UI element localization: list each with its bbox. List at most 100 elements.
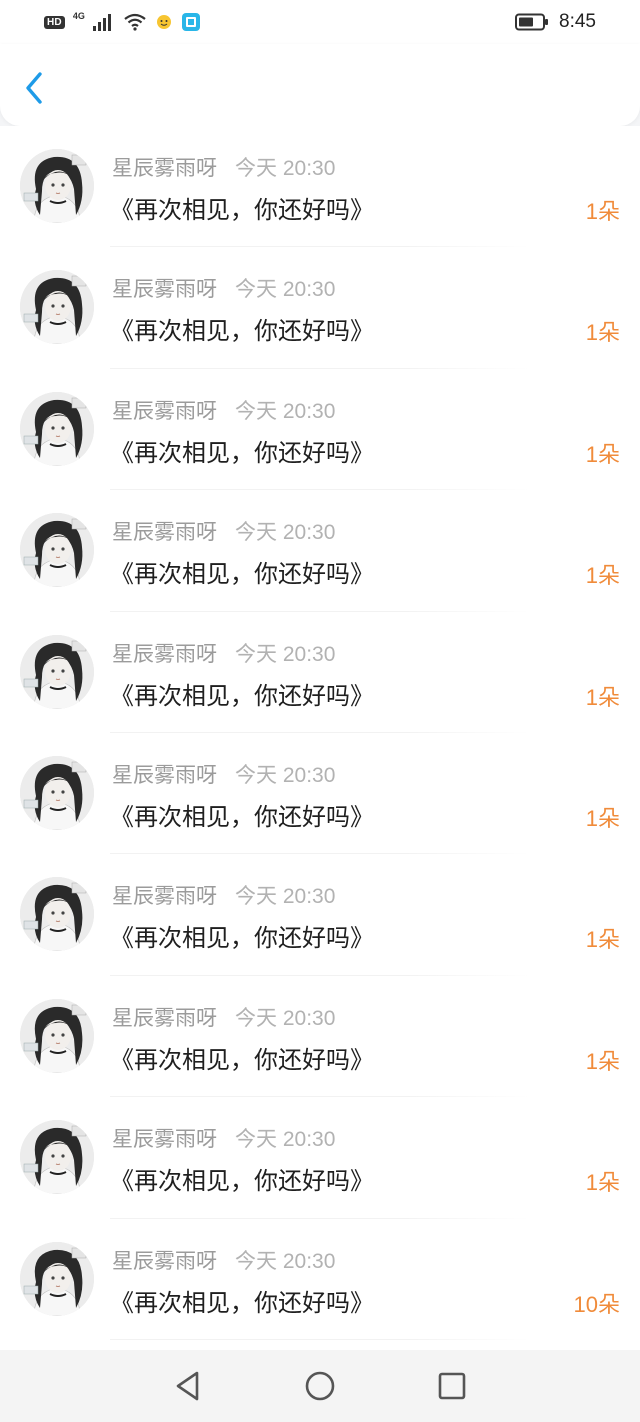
flower-count: 1朵 <box>585 441 620 467</box>
timestamp: 今天 20:30 <box>235 642 336 666</box>
timestamp: 今天 20:30 <box>235 763 336 787</box>
item-meta: 星辰雾雨呀 今天 20:30 <box>112 880 335 910</box>
flower-count: 1朵 <box>585 199 620 224</box>
avatar-illustration <box>20 755 94 830</box>
nav-back-button[interactable] <box>168 1366 208 1406</box>
avatar-illustration <box>20 149 94 223</box>
item-title[interactable]: 《再次相见，你还好吗》 <box>110 190 374 225</box>
item-meta: 星辰雾雨呀 今天 20:30 <box>112 273 335 303</box>
list-item[interactable]: 星辰雾雨呀 今天 20:30 《再次相见，你还好吗》 1朵 <box>0 854 640 976</box>
avatar-illustration <box>20 270 94 345</box>
flower-count: 1朵 <box>585 1048 620 1074</box>
timestamp: 今天 20:30 <box>235 399 336 423</box>
item-meta: 星辰雾雨呀 今天 20:30 <box>112 759 335 789</box>
username[interactable]: 星辰雾雨呀 <box>112 395 217 425</box>
list-item[interactable]: 星辰雾雨呀 今天 20:30 《再次相见，你还好吗》 10朵 <box>0 1219 640 1340</box>
item-title[interactable]: 《再次相见，你还好吗》 <box>110 1040 374 1075</box>
flower-count: 1朵 <box>585 563 620 589</box>
status-bar-right: 8:45 <box>515 11 596 33</box>
avatar[interactable] <box>20 270 94 345</box>
wifi-icon <box>124 13 146 31</box>
item-title[interactable]: 《再次相见，你还好吗》 <box>110 676 374 711</box>
username[interactable]: 星辰雾雨呀 <box>112 1123 217 1153</box>
home-circle-icon <box>305 1371 335 1401</box>
hd-badge: HD <box>44 15 65 29</box>
phone-screen: HD 4G 8:45 星辰雾雨呀 今天 20:30 《再次相见，你还好吗》 1朵… <box>0 0 640 1422</box>
status-bar-left: HD 4G <box>44 11 201 32</box>
flower-count: 1朵 <box>585 1170 620 1196</box>
item-meta: 星辰雾雨呀 今天 20:30 <box>112 1123 335 1153</box>
chevron-left-icon <box>26 72 42 104</box>
username[interactable]: 星辰雾雨呀 <box>112 516 217 546</box>
username[interactable]: 星辰雾雨呀 <box>112 152 217 182</box>
item-title[interactable]: 《再次相见，你还好吗》 <box>110 1283 374 1318</box>
avatar[interactable] <box>20 391 94 466</box>
username[interactable]: 星辰雾雨呀 <box>112 880 217 910</box>
avatar[interactable] <box>20 877 94 952</box>
avatar-illustration <box>20 998 94 1073</box>
list-item[interactable]: 星辰雾雨呀 今天 20:30 《再次相见，你还好吗》 1朵 <box>0 126 640 248</box>
avatar[interactable] <box>20 1120 94 1195</box>
item-title[interactable]: 《再次相见，你还好吗》 <box>110 797 374 832</box>
username[interactable]: 星辰雾雨呀 <box>112 1245 217 1275</box>
back-button[interactable] <box>16 70 52 106</box>
avatar-illustration <box>20 877 94 952</box>
avatar-illustration <box>20 391 94 466</box>
timestamp: 今天 20:30 <box>235 885 336 909</box>
item-meta: 星辰雾雨呀 今天 20:30 <box>112 1002 335 1032</box>
item-title[interactable]: 《再次相见，你还好吗》 <box>110 918 374 953</box>
username[interactable]: 星辰雾雨呀 <box>112 1002 217 1032</box>
timestamp: 今天 20:30 <box>235 1128 336 1152</box>
back-triangle-icon <box>176 1371 199 1401</box>
list-item[interactable]: 星辰雾雨呀 今天 20:30 《再次相见，你还好吗》 1朵 <box>0 1097 640 1219</box>
timestamp: 今天 20:30 <box>235 278 336 302</box>
nav-home-button[interactable] <box>300 1366 340 1406</box>
list-item[interactable]: 星辰雾雨呀 今天 20:30 《再次相见，你还好吗》 1朵 <box>0 247 640 369</box>
timestamp: 今天 20:30 <box>235 157 336 180</box>
avatar[interactable] <box>20 513 94 588</box>
username[interactable]: 星辰雾雨呀 <box>112 759 217 789</box>
item-meta: 星辰雾雨呀 今天 20:30 <box>112 1245 335 1275</box>
recents-square-icon <box>438 1372 466 1400</box>
signal-icon <box>92 14 111 31</box>
avatar[interactable] <box>20 634 94 709</box>
reader-app-icon <box>181 13 200 31</box>
username[interactable]: 星辰雾雨呀 <box>112 638 217 668</box>
avatar-illustration <box>20 1120 94 1195</box>
timestamp: 今天 20:30 <box>235 521 336 545</box>
item-title[interactable]: 《再次相见，你还好吗》 <box>110 433 374 468</box>
list-item[interactable]: 星辰雾雨呀 今天 20:30 《再次相见，你还好吗》 1朵 <box>0 733 640 855</box>
list-item[interactable]: 星辰雾雨呀 今天 20:30 《再次相见，你还好吗》 1朵 <box>0 490 640 612</box>
item-meta: 星辰雾雨呀 今天 20:30 <box>112 395 335 425</box>
emoji-app-icon <box>156 15 171 29</box>
timestamp: 今天 20:30 <box>235 1249 336 1273</box>
status-bar: HD 4G 8:45 <box>0 0 640 44</box>
network-type-label: 4G <box>72 11 85 21</box>
username[interactable]: 星辰雾雨呀 <box>112 273 217 303</box>
avatar-illustration <box>20 1241 94 1316</box>
top-header <box>0 44 640 126</box>
avatar[interactable] <box>20 755 94 830</box>
flower-count: 10朵 <box>573 1291 620 1317</box>
avatar[interactable] <box>20 998 94 1073</box>
flower-count: 1朵 <box>585 684 620 710</box>
list-item[interactable]: 星辰雾雨呀 今天 20:30 《再次相见，你还好吗》 1朵 <box>0 612 640 733</box>
flower-count: 1朵 <box>585 927 620 953</box>
row-divider <box>110 1338 530 1340</box>
item-meta: 星辰雾雨呀 今天 20:30 <box>112 638 335 668</box>
list-item[interactable]: 星辰雾雨呀 今天 20:30 《再次相见，你还好吗》 1朵 <box>0 369 640 491</box>
item-title[interactable]: 《再次相见，你还好吗》 <box>110 311 374 346</box>
system-nav-bar <box>0 1350 640 1422</box>
flower-count: 1朵 <box>585 320 620 346</box>
avatar-illustration <box>20 513 94 588</box>
avatar-illustration <box>20 634 94 709</box>
avatar[interactable] <box>20 149 94 223</box>
battery-icon <box>515 13 549 31</box>
list-item[interactable]: 星辰雾雨呀 今天 20:30 《再次相见，你还好吗》 1朵 <box>0 976 640 1098</box>
item-title[interactable]: 《再次相见，你还好吗》 <box>110 554 374 589</box>
item-title[interactable]: 《再次相见，你还好吗》 <box>110 1161 374 1196</box>
nav-recents-button[interactable] <box>432 1366 472 1406</box>
item-meta: 星辰雾雨呀 今天 20:30 <box>112 516 335 546</box>
message-list: 星辰雾雨呀 今天 20:30 《再次相见，你还好吗》 1朵 星辰雾雨呀 今天 2… <box>0 126 640 1350</box>
avatar[interactable] <box>20 1241 94 1316</box>
